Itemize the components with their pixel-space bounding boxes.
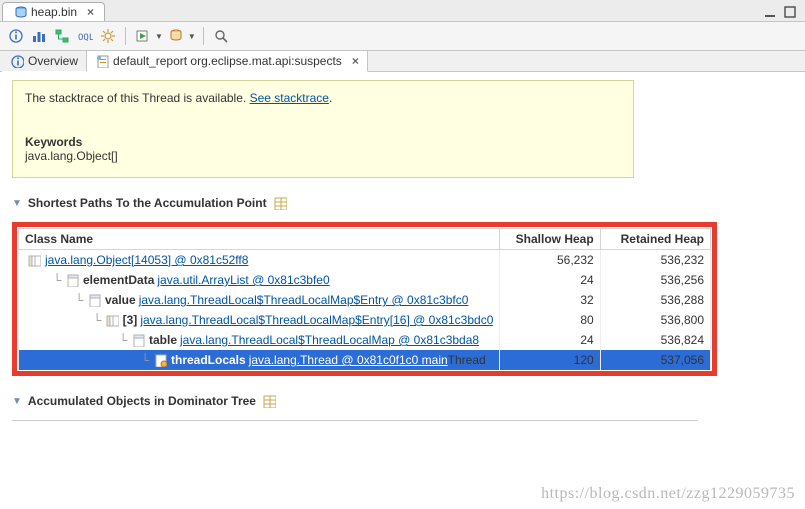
obj-icon xyxy=(65,273,79,287)
retained-heap-cell: 536,824 xyxy=(600,330,710,350)
col-shallow-heap[interactable]: Shallow Heap xyxy=(500,229,600,250)
class-link[interactable]: java.lang.Thread @ 0x81c0f1c0 main xyxy=(249,353,448,367)
section-shortest-paths[interactable]: ▼ Shortest Paths To the Accumulation Poi… xyxy=(12,196,793,210)
dominator-tree-button[interactable] xyxy=(52,26,72,46)
watermark-text: https://blog.csdn.net/zzg1229059735 xyxy=(541,485,795,503)
table-row[interactable]: └value java.lang.ThreadLocal$ThreadLocal… xyxy=(19,290,711,310)
col-retained-heap[interactable]: Retained Heap xyxy=(600,229,710,250)
keywords-heading: Keywords xyxy=(25,135,621,149)
info-icon xyxy=(10,54,24,68)
retained-heap-cell: 536,288 xyxy=(600,290,710,310)
editor-tab-heap[interactable]: heap.bin × xyxy=(2,2,105,21)
table-row[interactable]: └table java.lang.ThreadLocal$ThreadLocal… xyxy=(19,330,711,350)
run-report-button[interactable] xyxy=(133,26,153,46)
report-content: The stacktrace of this Thread is availab… xyxy=(0,72,805,429)
maximize-icon[interactable] xyxy=(783,5,797,19)
tab-overview[interactable]: Overview xyxy=(2,51,87,72)
table-header-row: Class Name Shallow Heap Retained Heap xyxy=(19,229,711,250)
tab-label: Overview xyxy=(28,54,78,68)
gear-button[interactable] xyxy=(98,26,118,46)
chevron-down-icon[interactable]: ▼ xyxy=(155,32,163,41)
query-browser-button[interactable] xyxy=(166,26,186,46)
table-row[interactable]: java.lang.Object[14053] @ 0x81c52ff8 56,2… xyxy=(19,250,711,271)
oql-button[interactable] xyxy=(75,26,95,46)
chevron-down-icon[interactable]: ▼ xyxy=(188,32,196,41)
retained-heap-cell: 536,232 xyxy=(600,250,710,271)
shortest-paths-table: Class Name Shallow Heap Retained Heap ja… xyxy=(18,228,711,370)
obj-icon xyxy=(131,333,145,347)
report-icon xyxy=(95,54,109,68)
class-link[interactable]: java.lang.ThreadLocal$ThreadLocalMap @ 0… xyxy=(180,333,479,347)
retained-heap-cell: 536,800 xyxy=(600,310,710,330)
array-icon xyxy=(27,253,41,267)
divider xyxy=(12,420,698,421)
col-class-name[interactable]: Class Name xyxy=(19,229,500,250)
table-row[interactable]: └[3] java.lang.ThreadLocal$ThreadLocalMa… xyxy=(19,310,711,330)
toolbar-divider xyxy=(125,27,126,45)
database-icon xyxy=(13,5,27,19)
section-accumulated-objects[interactable]: ▼ Accumulated Objects in Dominator Tree xyxy=(12,394,793,408)
class-link[interactable]: java.util.ArrayList @ 0x81c3bfe0 xyxy=(157,273,329,287)
toolbar: ▼ ▼ xyxy=(0,22,805,51)
shallow-heap-cell: 56,232 xyxy=(500,250,600,271)
class-link[interactable]: java.lang.ThreadLocal$ThreadLocalMap$Ent… xyxy=(139,293,469,307)
stacktrace-text: The stacktrace of this Thread is availab… xyxy=(25,91,621,105)
window-controls xyxy=(763,5,803,19)
close-icon[interactable]: × xyxy=(87,5,94,19)
highlight-frame: Class Name Shallow Heap Retained Heap ja… xyxy=(12,222,717,376)
class-link[interactable]: java.lang.ThreadLocal$ThreadLocalMap$Ent… xyxy=(140,313,493,327)
shallow-heap-cell: 32 xyxy=(500,290,600,310)
tab-label: default_report org.eclipse.mat.api:suspe… xyxy=(113,54,342,68)
array-icon xyxy=(105,313,119,327)
editor-tab-bar: heap.bin × xyxy=(0,0,805,22)
close-icon[interactable]: × xyxy=(352,54,359,68)
info-button[interactable] xyxy=(6,26,26,46)
shallow-heap-cell: 24 xyxy=(500,330,600,350)
table-row[interactable]: └elementData java.util.ArrayList @ 0x81c… xyxy=(19,270,711,290)
editor-tab-label: heap.bin xyxy=(31,5,77,19)
sheet-icon xyxy=(273,196,287,210)
table-row[interactable]: └threadLocals java.lang.Thread @ 0x81c0f… xyxy=(19,350,711,370)
class-link[interactable]: java.lang.Object[14053] @ 0x81c52ff8 xyxy=(45,253,248,267)
suspect-info-panel: The stacktrace of this Thread is availab… xyxy=(12,80,634,178)
retained-heap-cell: 537,056 xyxy=(600,350,710,370)
shallow-heap-cell: 24 xyxy=(500,270,600,290)
thread-icon xyxy=(153,353,167,367)
toolbar-divider xyxy=(203,27,204,45)
histogram-button[interactable] xyxy=(29,26,49,46)
retained-heap-cell: 536,256 xyxy=(600,270,710,290)
stacktrace-link[interactable]: See stacktrace xyxy=(250,91,329,105)
shallow-heap-cell: 120 xyxy=(500,350,600,370)
keywords-value: java.lang.Object[] xyxy=(25,149,621,163)
tab-default-report[interactable]: default_report org.eclipse.mat.api:suspe… xyxy=(87,51,368,72)
minimize-icon[interactable] xyxy=(763,5,777,19)
collapse-icon[interactable]: ▼ xyxy=(12,198,22,209)
shallow-heap-cell: 80 xyxy=(500,310,600,330)
search-button[interactable] xyxy=(211,26,231,46)
sub-tab-bar: Overview default_report org.eclipse.mat.… xyxy=(0,51,805,72)
collapse-icon[interactable]: ▼ xyxy=(12,396,22,407)
sheet-icon xyxy=(262,394,276,408)
obj-icon xyxy=(87,293,101,307)
